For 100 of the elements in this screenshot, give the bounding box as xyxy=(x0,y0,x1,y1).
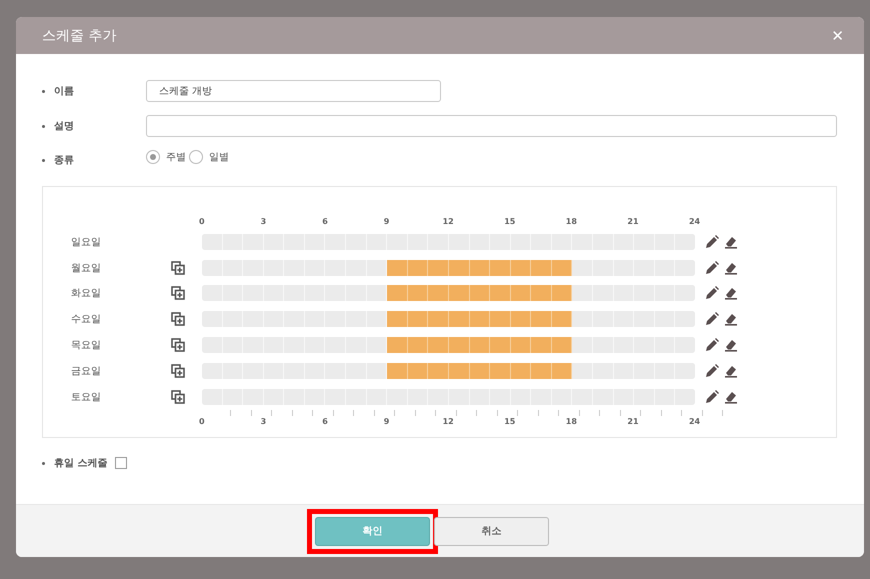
pencil-icon[interactable] xyxy=(705,338,719,352)
time-slot[interactable] xyxy=(531,260,552,276)
copy-icon[interactable] xyxy=(171,364,185,378)
time-slot[interactable] xyxy=(552,285,572,302)
time-slot[interactable] xyxy=(448,260,470,276)
axis-label: 9 xyxy=(382,217,390,228)
time-slot[interactable] xyxy=(448,337,470,354)
day-label: 화요일 xyxy=(71,287,102,300)
eraser-icon[interactable] xyxy=(724,338,738,352)
copy-icon[interactable] xyxy=(171,312,185,326)
close-button[interactable]: ✕ xyxy=(831,26,844,44)
copy-icon[interactable] xyxy=(171,286,185,300)
time-slot[interactable] xyxy=(448,311,470,328)
pencil-icon[interactable] xyxy=(705,234,719,249)
bullet-icon xyxy=(42,159,45,162)
time-slot[interactable] xyxy=(552,260,572,276)
time-slot[interactable] xyxy=(552,337,572,354)
time-slot[interactable] xyxy=(428,260,449,276)
time-bar[interactable] xyxy=(202,362,695,379)
time-slot[interactable] xyxy=(428,362,449,379)
pencil-icon[interactable] xyxy=(705,364,719,378)
time-slot[interactable] xyxy=(408,362,428,379)
time-slot[interactable] xyxy=(531,337,552,354)
time-bar[interactable] xyxy=(202,260,695,276)
axis-label: 0 xyxy=(198,217,206,228)
time-slot[interactable] xyxy=(428,285,449,302)
checkbox[interactable] xyxy=(115,457,128,469)
pencil-icon[interactable] xyxy=(705,312,719,326)
eraser-icon[interactable] xyxy=(724,260,738,275)
pencil-icon[interactable] xyxy=(705,286,719,300)
time-slot[interactable] xyxy=(428,337,449,354)
eraser-icon[interactable] xyxy=(724,390,738,404)
time-slot[interactable] xyxy=(490,260,511,276)
time-slot[interactable] xyxy=(470,362,490,379)
time-slot[interactable] xyxy=(387,285,408,302)
time-slot[interactable] xyxy=(531,285,552,302)
radio-label: 주별 xyxy=(166,151,186,164)
time-slot[interactable] xyxy=(490,337,511,354)
eraser-icon[interactable] xyxy=(724,364,738,378)
time-slot[interactable] xyxy=(448,285,470,302)
axis-label: 15 xyxy=(503,217,516,228)
time-slot[interactable] xyxy=(490,362,511,379)
axis-label: 24 xyxy=(688,217,702,228)
time-slot[interactable] xyxy=(470,311,490,328)
cancel-button[interactable]: 취소 xyxy=(434,516,549,546)
axis-label: 3 xyxy=(260,217,268,228)
bullet-icon xyxy=(42,90,45,92)
time-bar[interactable] xyxy=(202,311,695,328)
time-slot[interactable] xyxy=(408,337,428,354)
dialog-title: 스케줄 추가 xyxy=(42,26,116,44)
input-field[interactable]: 스케줄 개방 xyxy=(146,80,441,102)
eraser-icon[interactable] xyxy=(724,286,738,300)
time-slot[interactable] xyxy=(408,285,428,302)
axis-label: 15 xyxy=(503,416,516,428)
axis-label: 12 xyxy=(442,416,455,428)
time-slot[interactable] xyxy=(448,362,470,379)
copy-icon[interactable] xyxy=(171,338,185,352)
time-slot[interactable] xyxy=(470,260,490,276)
time-slot[interactable] xyxy=(531,311,552,328)
time-slot[interactable] xyxy=(531,362,552,379)
time-slot[interactable] xyxy=(408,260,428,276)
time-slot[interactable] xyxy=(387,260,408,276)
bullet-icon xyxy=(42,124,45,128)
axis-label: 6 xyxy=(321,416,329,428)
time-slot[interactable] xyxy=(510,260,532,276)
copy-icon[interactable] xyxy=(171,390,185,404)
time-slot[interactable] xyxy=(387,311,408,328)
time-slot[interactable] xyxy=(470,285,490,302)
radio-button[interactable] xyxy=(189,150,203,164)
eraser-icon[interactable] xyxy=(724,312,738,326)
time-slot[interactable] xyxy=(428,311,449,328)
radio-button[interactable] xyxy=(146,150,160,164)
time-slot[interactable] xyxy=(552,362,572,379)
day-label: 일요일 xyxy=(71,236,102,249)
pencil-icon[interactable] xyxy=(705,260,719,275)
day-label: 목요일 xyxy=(71,339,102,352)
copy-icon[interactable] xyxy=(171,260,185,275)
input-field[interactable] xyxy=(146,115,837,137)
day-label: 월요일 xyxy=(71,262,102,275)
axis-label: 24 xyxy=(688,416,702,428)
time-slot[interactable] xyxy=(408,311,428,328)
time-bar[interactable] xyxy=(202,337,695,354)
time-slot[interactable] xyxy=(387,362,408,379)
time-slot[interactable] xyxy=(510,311,532,328)
axis-label: 12 xyxy=(442,217,455,228)
time-slot[interactable] xyxy=(510,337,532,354)
time-slot[interactable] xyxy=(490,285,511,302)
axis-label: 21 xyxy=(626,416,640,428)
time-slot[interactable] xyxy=(470,337,490,354)
field-label: 설명 xyxy=(54,120,75,133)
axis-label: 21 xyxy=(626,217,640,228)
time-slot[interactable] xyxy=(552,311,572,328)
eraser-icon[interactable] xyxy=(724,234,738,249)
time-bar[interactable] xyxy=(202,285,695,302)
time-slot[interactable] xyxy=(490,311,511,328)
axis-label: 9 xyxy=(382,416,390,428)
pencil-icon[interactable] xyxy=(705,390,719,404)
time-slot[interactable] xyxy=(387,337,408,354)
time-slot[interactable] xyxy=(510,362,532,379)
time-slot[interactable] xyxy=(510,285,532,302)
